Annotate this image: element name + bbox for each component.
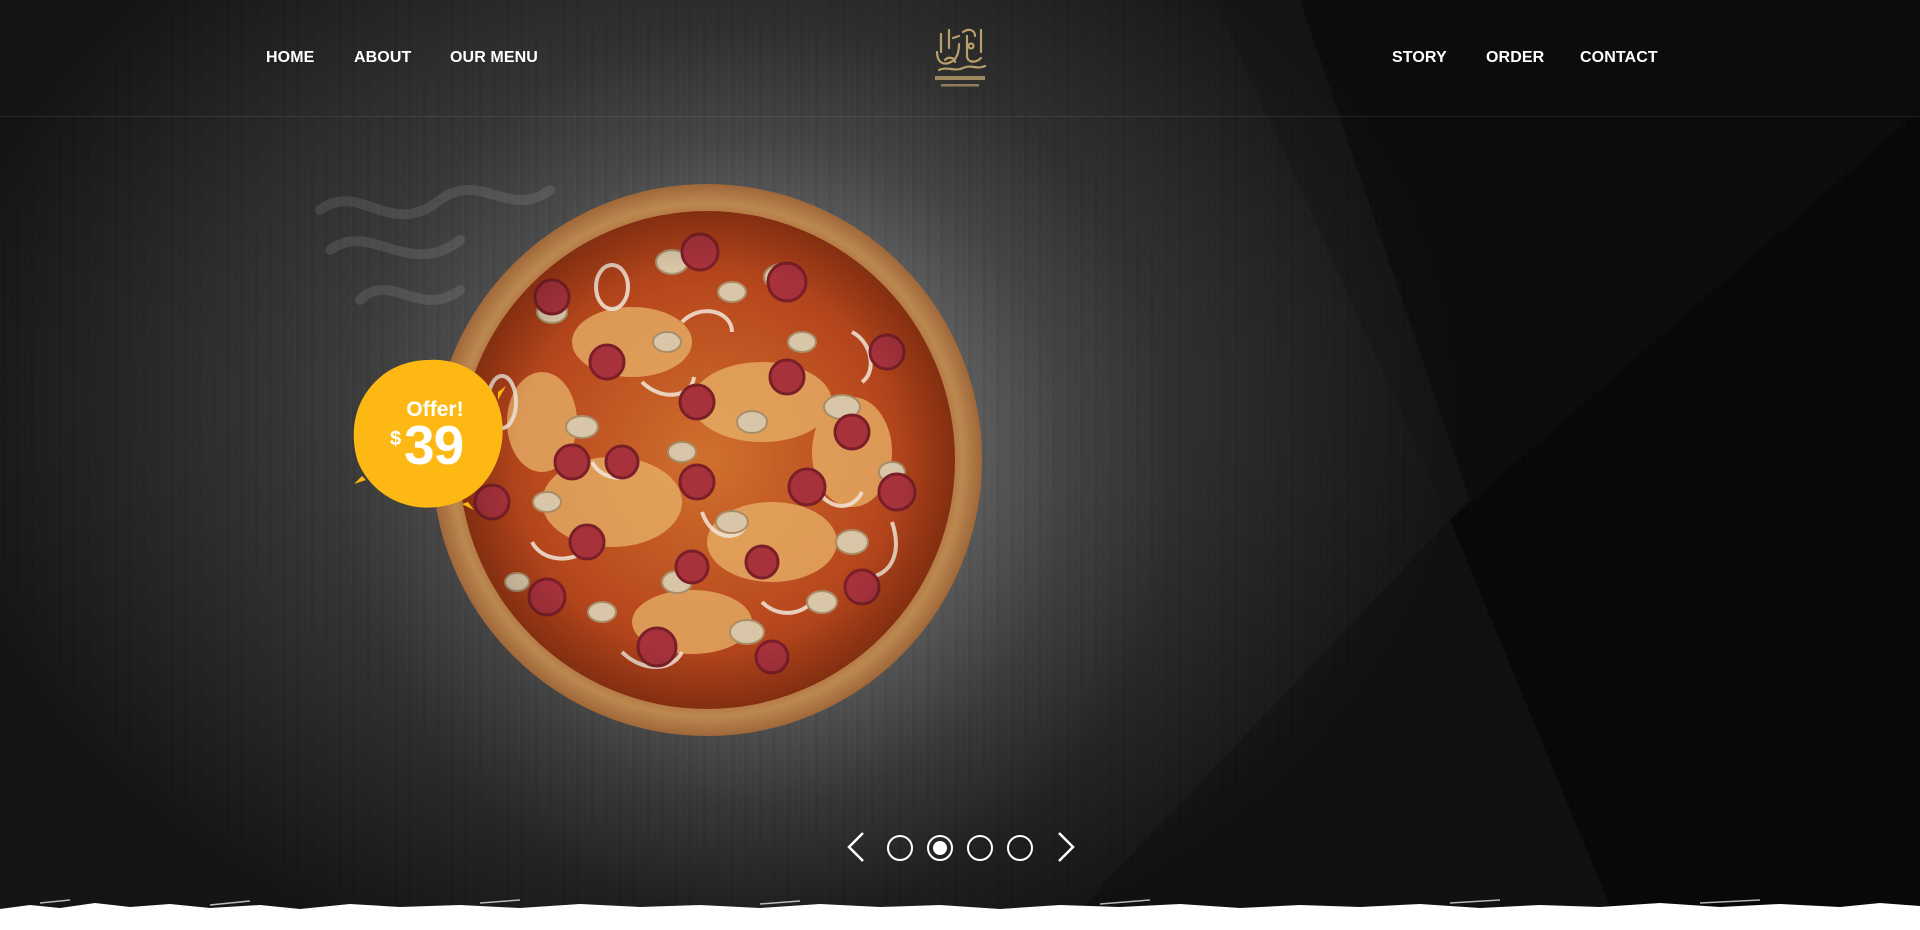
nav-story-link[interactable]: STORY [1392,49,1447,67]
top-navigation: HOME ABOUT OUR MENU STORY ORDER CONTACT [0,0,1920,117]
slider-dot-2[interactable] [927,835,953,861]
offer-currency: $ [390,428,402,450]
restaurant-logo[interactable] [929,22,991,94]
nav-contact-link[interactable]: CONTACT [1580,49,1658,67]
slider-dot-3[interactable] [967,835,993,861]
nav-about-link[interactable]: ABOUT [354,49,411,67]
chevron-left-icon[interactable] [843,830,869,864]
nav-our-menu-link[interactable]: OUR MENU [450,49,538,67]
pizza-image [432,184,982,736]
slider-dot-4[interactable] [1007,835,1033,861]
nav-home-link[interactable]: HOME [266,49,314,67]
slider-dot-1[interactable] [887,835,913,861]
brush-divider [0,899,1920,930]
hero-section: HOME ABOUT OUR MENU STORY ORDER CONTACT [0,0,1920,930]
chevron-right-icon[interactable] [1053,830,1079,864]
offer-price: 39 [404,414,464,476]
nav-order-link[interactable]: ORDER [1486,49,1544,67]
